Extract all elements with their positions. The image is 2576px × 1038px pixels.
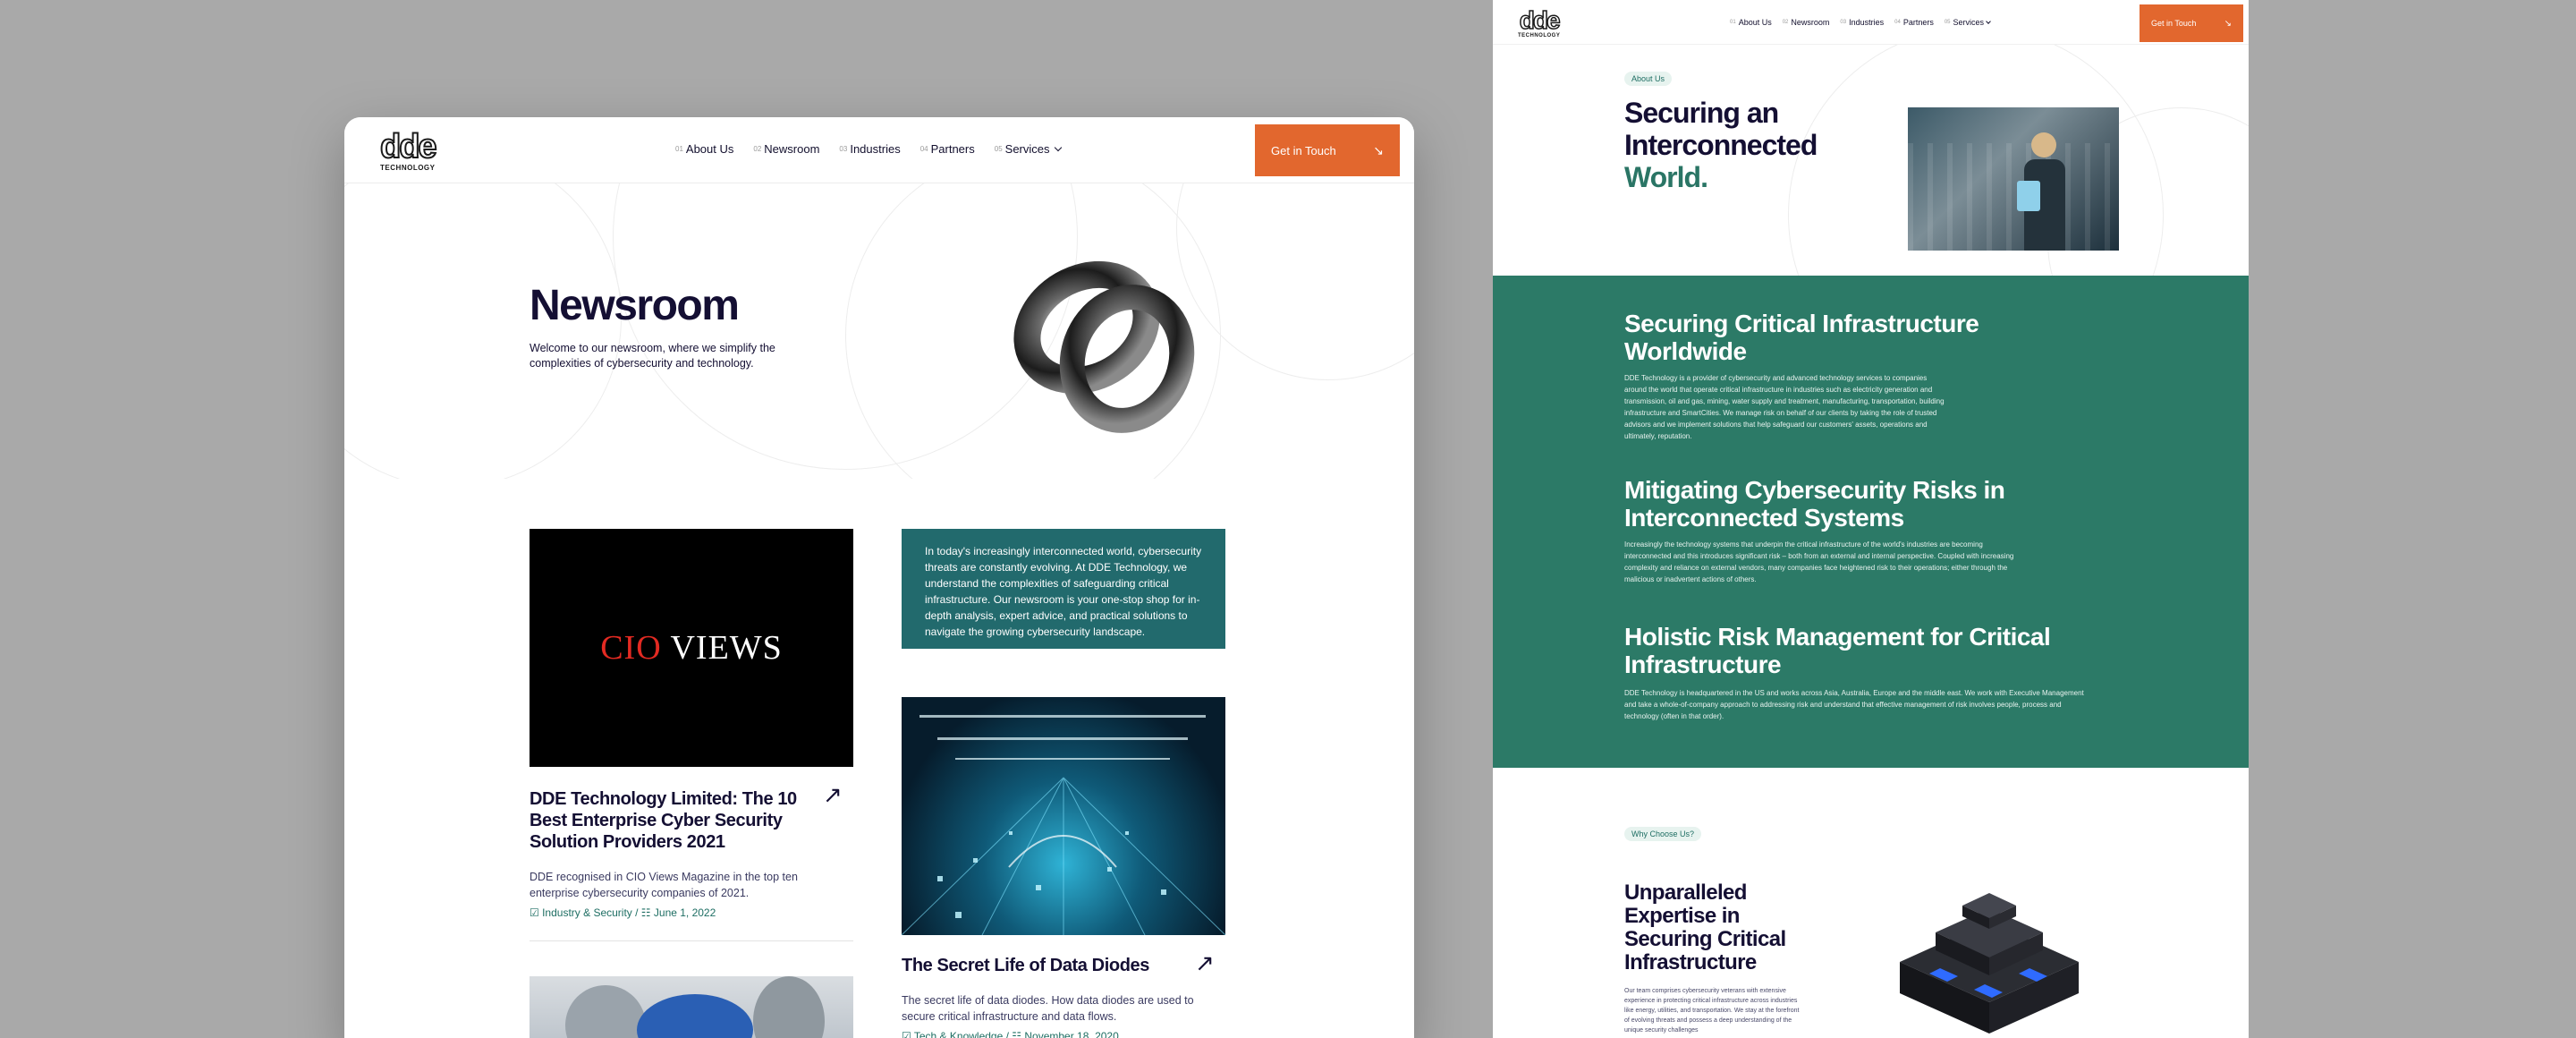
decor-ring: [344, 183, 622, 479]
nav-label: Newsroom: [1791, 18, 1830, 27]
logo-subtitle: TECHNOLOGY: [380, 164, 436, 172]
about-sections-band: Securing Critical Infrastructure Worldwi…: [1493, 276, 2249, 768]
cio-views-logo: CIO VIEWS: [600, 629, 783, 667]
chevron-down-icon: [1986, 19, 1991, 24]
nav-index: 01: [1730, 20, 1736, 25]
nav-item-services[interactable]: 05 Services: [994, 142, 1062, 156]
article-excerpt: The secret life of data diodes. How data…: [902, 994, 1194, 1023]
nav-index: 02: [1782, 20, 1789, 25]
stacked-chip-graphic: [1900, 893, 2079, 1034]
section-title: Unparalleled Expertise in Securing Criti…: [1624, 881, 1786, 974]
hero-background: [344, 183, 1414, 479]
arrow-down-right-icon: ↘: [1373, 142, 1384, 157]
nav-item-about-us[interactable]: 01 About Us: [1730, 18, 1772, 27]
nav-label: About Us: [685, 142, 734, 156]
nav-label: Industries: [1849, 18, 1885, 27]
section-body: Increasingly the technology systems that…: [1624, 540, 2014, 583]
divider: [530, 940, 853, 941]
about-window: dde TECHNOLOGY 01 About Us 02 Newsroom 03 I…: [1493, 0, 2249, 1038]
newsroom-window: dde TECHNOLOGY 01 About Us 02 Newsroom 03 I…: [344, 117, 1414, 1038]
cio-views-thumbnail[interactable]: CIO VIEWS: [530, 529, 853, 767]
nav-item-industries[interactable]: 03 Industries: [839, 142, 900, 156]
about-us-badge: About Us: [1624, 72, 1673, 86]
nav-index: 01: [675, 145, 683, 153]
nav-label: About Us: [1738, 18, 1772, 27]
nav-label: Partners: [930, 142, 975, 156]
article-title-link[interactable]: DDE Technology Limited: The 10 Best Ente…: [530, 788, 807, 853]
nav-index: 05: [1944, 20, 1951, 25]
logo-mark: dde: [1519, 6, 1561, 34]
section-heading: Holistic Risk Management for Critical In…: [1624, 623, 2051, 678]
nav-index: 04: [919, 145, 928, 153]
digital-grid-graphic: [902, 715, 1225, 935]
section-body: Our team comprises cybersecurity veteran…: [1624, 988, 1800, 1034]
person-silhouette: [2017, 132, 2065, 251]
nav-label: Industries: [850, 142, 901, 156]
section-heading: Mitigating Cybersecurity Risks in Interc…: [1624, 476, 2005, 532]
top-nav: dde TECHNOLOGY 01 About Us 02 Newsroom 03 I…: [1493, 0, 2249, 45]
nav-item-partners[interactable]: 04 Partners: [920, 142, 975, 156]
arrow-down-right-icon: ↘: [2224, 18, 2232, 29]
article-title-link[interactable]: The Secret Life of Data Diodes: [902, 956, 1149, 976]
section-body: DDE Technology is headquartered in the U…: [1624, 689, 2084, 720]
logo-mark: dde: [379, 128, 438, 166]
page-subtitle: Welcome to our newsroom, where we simpli…: [530, 342, 775, 370]
arrow-up-right-icon[interactable]: ↗: [823, 781, 843, 809]
nav-item-newsroom[interactable]: 02 Newsroom: [753, 142, 819, 156]
top-nav: dde TECHNOLOGY 01 About Us 02 Newsroom 03 I…: [344, 117, 1414, 183]
nav-label: Newsroom: [764, 142, 820, 156]
nav-index: 02: [753, 145, 762, 153]
article-excerpt: DDE recognised in CIO Views Magazine in …: [530, 871, 798, 899]
get-in-touch-button[interactable]: Get in Touch ↘: [1255, 124, 1400, 176]
nav-item-partners[interactable]: 04 Partners: [1894, 18, 1934, 27]
article-meta[interactable]: ☑ Industry & Security / ☷ June 1, 2022: [530, 906, 716, 919]
nav-item-newsroom[interactable]: 02 Newsroom: [1783, 18, 1830, 27]
cta-label: Get in Touch: [1271, 143, 1336, 157]
main-menu: 01 About Us 02 Newsroom 03 Industries 04 Par…: [1730, 18, 1991, 27]
nav-label: Services: [1004, 142, 1050, 156]
nav-label: Partners: [1902, 18, 1934, 27]
page-title: Securing an Interconnected World.: [1624, 97, 1818, 193]
nav-index: 04: [1894, 20, 1901, 25]
section-heading: Securing Critical Infrastructure Worldwi…: [1624, 310, 1979, 365]
industrial-pipes-thumbnail[interactable]: [530, 976, 853, 1038]
nav-index: 03: [839, 145, 848, 153]
dde-logo[interactable]: dde TECHNOLOGY: [1518, 6, 1561, 38]
engineer-tablet-photo: [1908, 107, 2119, 251]
nav-item-services[interactable]: 05 Services: [1944, 18, 1991, 27]
why-choose-us-badge: Why Choose Us?: [1624, 827, 1702, 841]
nav-index: 03: [1840, 20, 1847, 25]
section-body: DDE Technology is a provider of cybersec…: [1624, 374, 1945, 440]
chevron-down-icon: [1054, 143, 1062, 151]
newsroom-intro-box: In today's increasingly interconnected w…: [902, 529, 1225, 649]
cta-label: Get in Touch: [2151, 19, 2197, 28]
chrome-knot-graphic: [1013, 260, 1195, 433]
nav-label: Services: [1953, 18, 1985, 27]
get-in-touch-button[interactable]: Get in Touch ↘: [2140, 4, 2243, 42]
nav-index: 05: [994, 145, 1003, 153]
logo-subtitle: TECHNOLOGY: [1518, 33, 1561, 38]
dde-logo[interactable]: dde TECHNOLOGY: [379, 128, 438, 172]
nav-item-about-us[interactable]: 01 About Us: [675, 142, 733, 156]
data-diodes-thumbnail[interactable]: [902, 697, 1225, 935]
hero-background: [1493, 45, 2249, 277]
article-meta[interactable]: ☑ Tech & Knowledge / ☷ November 18, 2020: [902, 1030, 1119, 1038]
nav-item-industries[interactable]: 03 Industries: [1840, 18, 1884, 27]
page-title: Newsroom: [530, 282, 740, 329]
main-menu: 01 About Us 02 Newsroom 03 Industries 04 Par…: [675, 142, 1062, 156]
arrow-up-right-icon[interactable]: ↗: [1195, 949, 1215, 977]
